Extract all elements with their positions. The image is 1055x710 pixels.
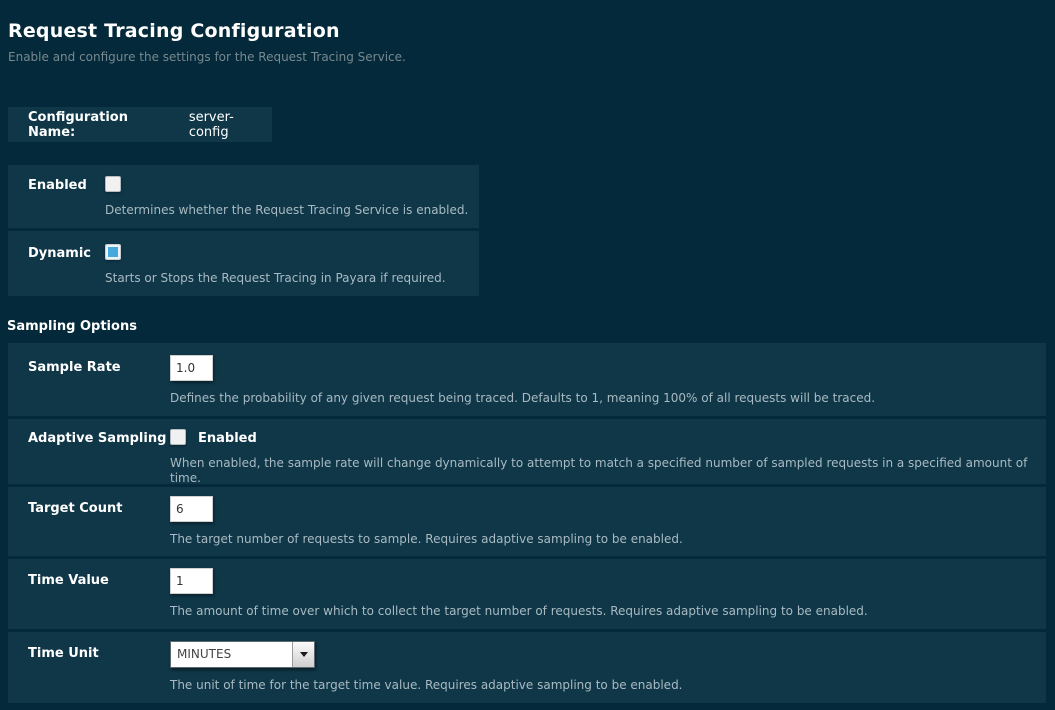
sample-rate-help-text: Defines the probability of any given req… bbox=[170, 391, 1036, 406]
time-unit-dropdown-button[interactable] bbox=[292, 642, 314, 667]
chevron-down-icon bbox=[300, 652, 308, 657]
configuration-name-box: Configuration Name: server-config bbox=[8, 107, 272, 142]
target-count-label: Target Count bbox=[28, 496, 170, 516]
dynamic-label: Dynamic bbox=[28, 244, 105, 261]
enabled-label: Enabled bbox=[28, 176, 105, 193]
enabled-help-text: Determines whether the Request Tracing S… bbox=[105, 203, 469, 218]
time-value-row: Time Value The amount of time over which… bbox=[8, 559, 1046, 629]
time-value-label: Time Value bbox=[28, 568, 170, 588]
time-unit-help-text: The unit of time for the target time val… bbox=[170, 678, 1036, 693]
adaptive-sampling-label: Adaptive Sampling bbox=[28, 429, 170, 446]
page-subtitle: Enable and configure the settings for th… bbox=[8, 50, 406, 64]
adaptive-sampling-help-text: When enabled, the sample rate will chang… bbox=[170, 456, 1036, 486]
time-unit-label: Time Unit bbox=[28, 641, 170, 661]
adaptive-sampling-checkbox[interactable] bbox=[170, 429, 186, 445]
sampling-options-header: Sampling Options bbox=[7, 319, 137, 334]
target-count-row: Target Count The target number of reques… bbox=[8, 487, 1046, 556]
configuration-name-value: server-config bbox=[189, 110, 272, 140]
time-unit-row: Time Unit MINUTES The unit of time for t… bbox=[8, 632, 1046, 703]
enabled-checkbox[interactable] bbox=[105, 176, 121, 192]
sample-rate-label: Sample Rate bbox=[28, 355, 170, 375]
sample-rate-input[interactable] bbox=[170, 355, 213, 381]
time-value-help-text: The amount of time over which to collect… bbox=[170, 604, 1036, 619]
time-value-input[interactable] bbox=[170, 568, 213, 594]
time-unit-select[interactable]: MINUTES bbox=[170, 641, 315, 668]
dynamic-row: Dynamic Starts or Stops the Request Trac… bbox=[8, 231, 479, 296]
page-title: Request Tracing Configuration bbox=[8, 20, 340, 42]
target-count-help-text: The target number of requests to sample.… bbox=[170, 532, 1036, 547]
adaptive-sampling-enabled-label: Enabled bbox=[198, 429, 257, 446]
configuration-name-label: Configuration Name: bbox=[28, 110, 177, 140]
adaptive-sampling-row: Adaptive Sampling Enabled When enabled, … bbox=[8, 419, 1046, 484]
sample-rate-row: Sample Rate Defines the probability of a… bbox=[8, 343, 1046, 416]
enabled-row: Enabled Determines whether the Request T… bbox=[8, 165, 479, 228]
dynamic-help-text: Starts or Stops the Request Tracing in P… bbox=[105, 271, 469, 286]
time-unit-selected-value: MINUTES bbox=[171, 642, 292, 667]
target-count-input[interactable] bbox=[170, 496, 213, 522]
dynamic-checkbox[interactable] bbox=[105, 244, 121, 260]
